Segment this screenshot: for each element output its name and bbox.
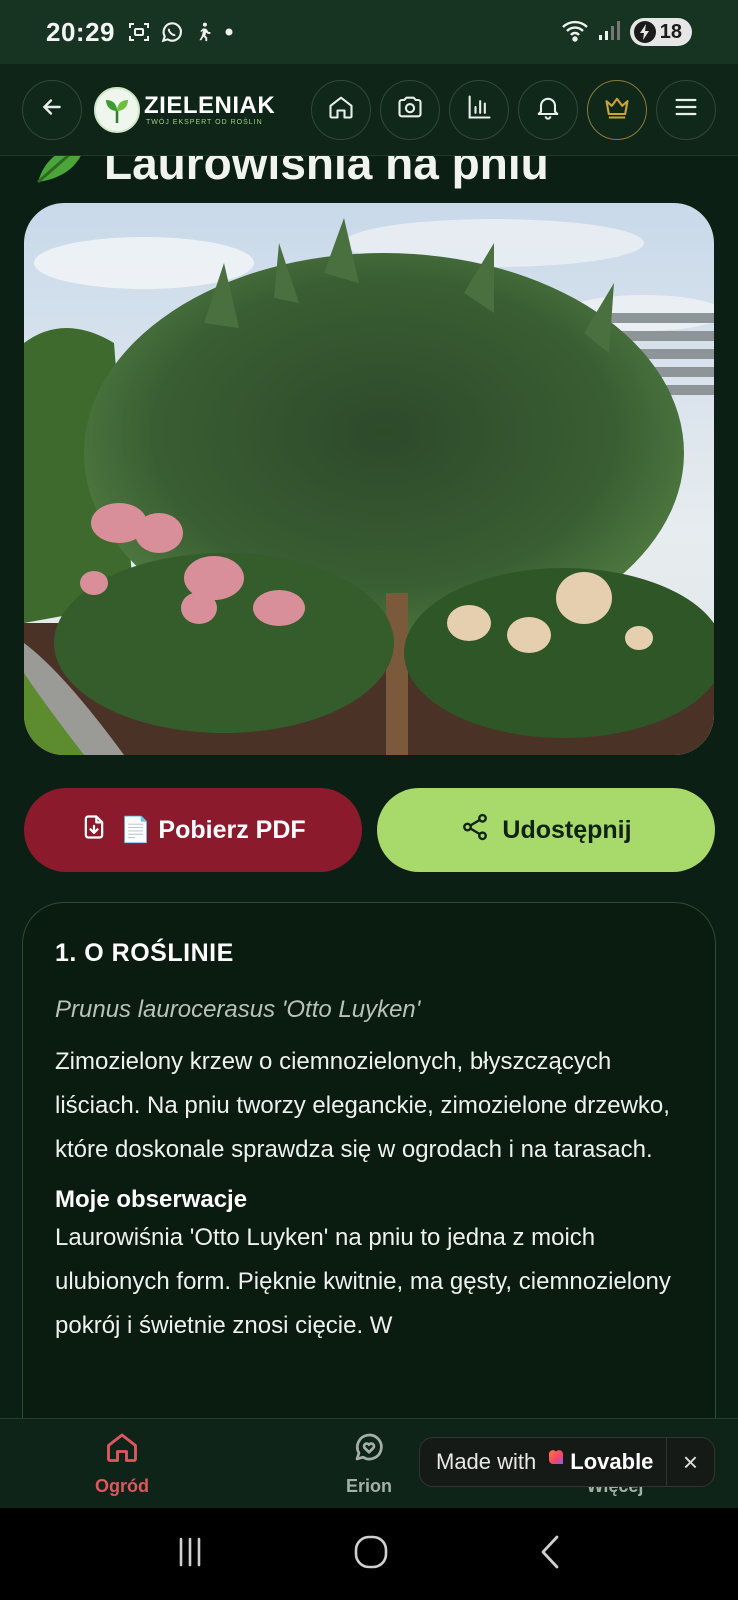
menu-button[interactable]: [656, 79, 716, 140]
close-icon: ×: [682, 1446, 699, 1477]
share-label: Udostępnij: [502, 815, 632, 844]
back-button-system[interactable]: [535, 1533, 565, 1576]
page-title: Laurowiśnia na pniu: [104, 156, 549, 189]
recent-apps-button[interactable]: [173, 1535, 207, 1574]
share-icon: [460, 812, 490, 849]
leaf-icon: [30, 156, 90, 192]
chat-heart-icon: [351, 1429, 387, 1470]
made-with-lovable-badge[interactable]: Made with Lovable ×: [419, 1437, 715, 1487]
nav-item-erion[interactable]: Erion: [309, 1429, 429, 1497]
lovable-brand-label: Lovable: [570, 1449, 654, 1474]
logo-name: ZIELENIAK: [144, 92, 276, 119]
camera-button[interactable]: [380, 79, 440, 140]
back-button[interactable]: [22, 79, 82, 140]
back-icon: [39, 94, 65, 125]
screenshot-icon: [127, 20, 151, 44]
system-nav-bar: [0, 1508, 738, 1600]
charging-icon: [633, 21, 656, 43]
plant-description: Zimozielony krzew o ciemnozielonych, bły…: [55, 1048, 670, 1163]
home-icon: [104, 1429, 140, 1470]
home-icon: [327, 93, 355, 126]
share-button[interactable]: Udostępnij: [377, 788, 715, 872]
stats-button[interactable]: [449, 79, 509, 140]
leaf-logo-icon: [94, 86, 140, 133]
status-time: 20:29: [46, 16, 115, 47]
app-header: ZIELENIAK TWÓJ EKSPERT OD ROŚLIN: [0, 64, 738, 156]
walking-icon: [193, 19, 215, 45]
bell-icon: [534, 93, 562, 126]
logo-tagline: TWÓJ EKSPERT OD ROŚLIN: [146, 119, 263, 126]
lovable-brand: Lovable: [546, 1449, 653, 1475]
observations-title: Moje obserwacje: [55, 1186, 248, 1213]
camera-icon: [396, 93, 424, 126]
app-logo[interactable]: ZIELENIAK TWÓJ EKSPERT OD ROŚLIN: [94, 86, 276, 133]
battery-icon: 18: [629, 18, 692, 46]
plant-info-card: 1. O ROŚLINIE Prunus laurocerasus 'Otto …: [22, 902, 716, 1442]
page-title-row: Laurowiśnia na pniu: [30, 156, 720, 192]
made-with-label: Made with: [436, 1449, 537, 1474]
notifications-button[interactable]: [518, 79, 578, 140]
home-button[interactable]: [311, 79, 371, 140]
nav-erion-label: Erion: [345, 1476, 392, 1496]
battery-level: 18: [659, 20, 682, 43]
close-badge-button[interactable]: ×: [666, 1438, 714, 1486]
status-bar: 20:29 18: [0, 0, 738, 64]
plant-photo: [24, 203, 714, 755]
menu-icon: [672, 93, 700, 126]
download-pdf-label: 📄 Pobierz PDF: [120, 815, 306, 844]
section-heading: 1. O ROŚLINIE: [55, 939, 234, 967]
lovable-heart-icon: [546, 1449, 566, 1475]
latin-name: Prunus laurocerasus 'Otto Luyken': [55, 996, 421, 1023]
nav-garden-label: Ogród: [95, 1476, 149, 1496]
nav-item-garden[interactable]: Ogród: [62, 1429, 182, 1497]
wifi-icon: [560, 18, 590, 47]
observations-text: Laurowiśnia 'Otto Luyken' na pniu to jed…: [55, 1224, 671, 1339]
crown-icon: [602, 93, 632, 126]
dot-icon: [223, 26, 235, 38]
file-download-icon: [80, 813, 108, 848]
download-pdf-button[interactable]: 📄 Pobierz PDF: [24, 788, 362, 872]
whatsapp-icon: [159, 19, 185, 45]
signal-icon: [598, 19, 622, 46]
home-button-system[interactable]: [352, 1533, 390, 1576]
stats-icon: [465, 93, 493, 126]
premium-button[interactable]: [587, 79, 647, 140]
